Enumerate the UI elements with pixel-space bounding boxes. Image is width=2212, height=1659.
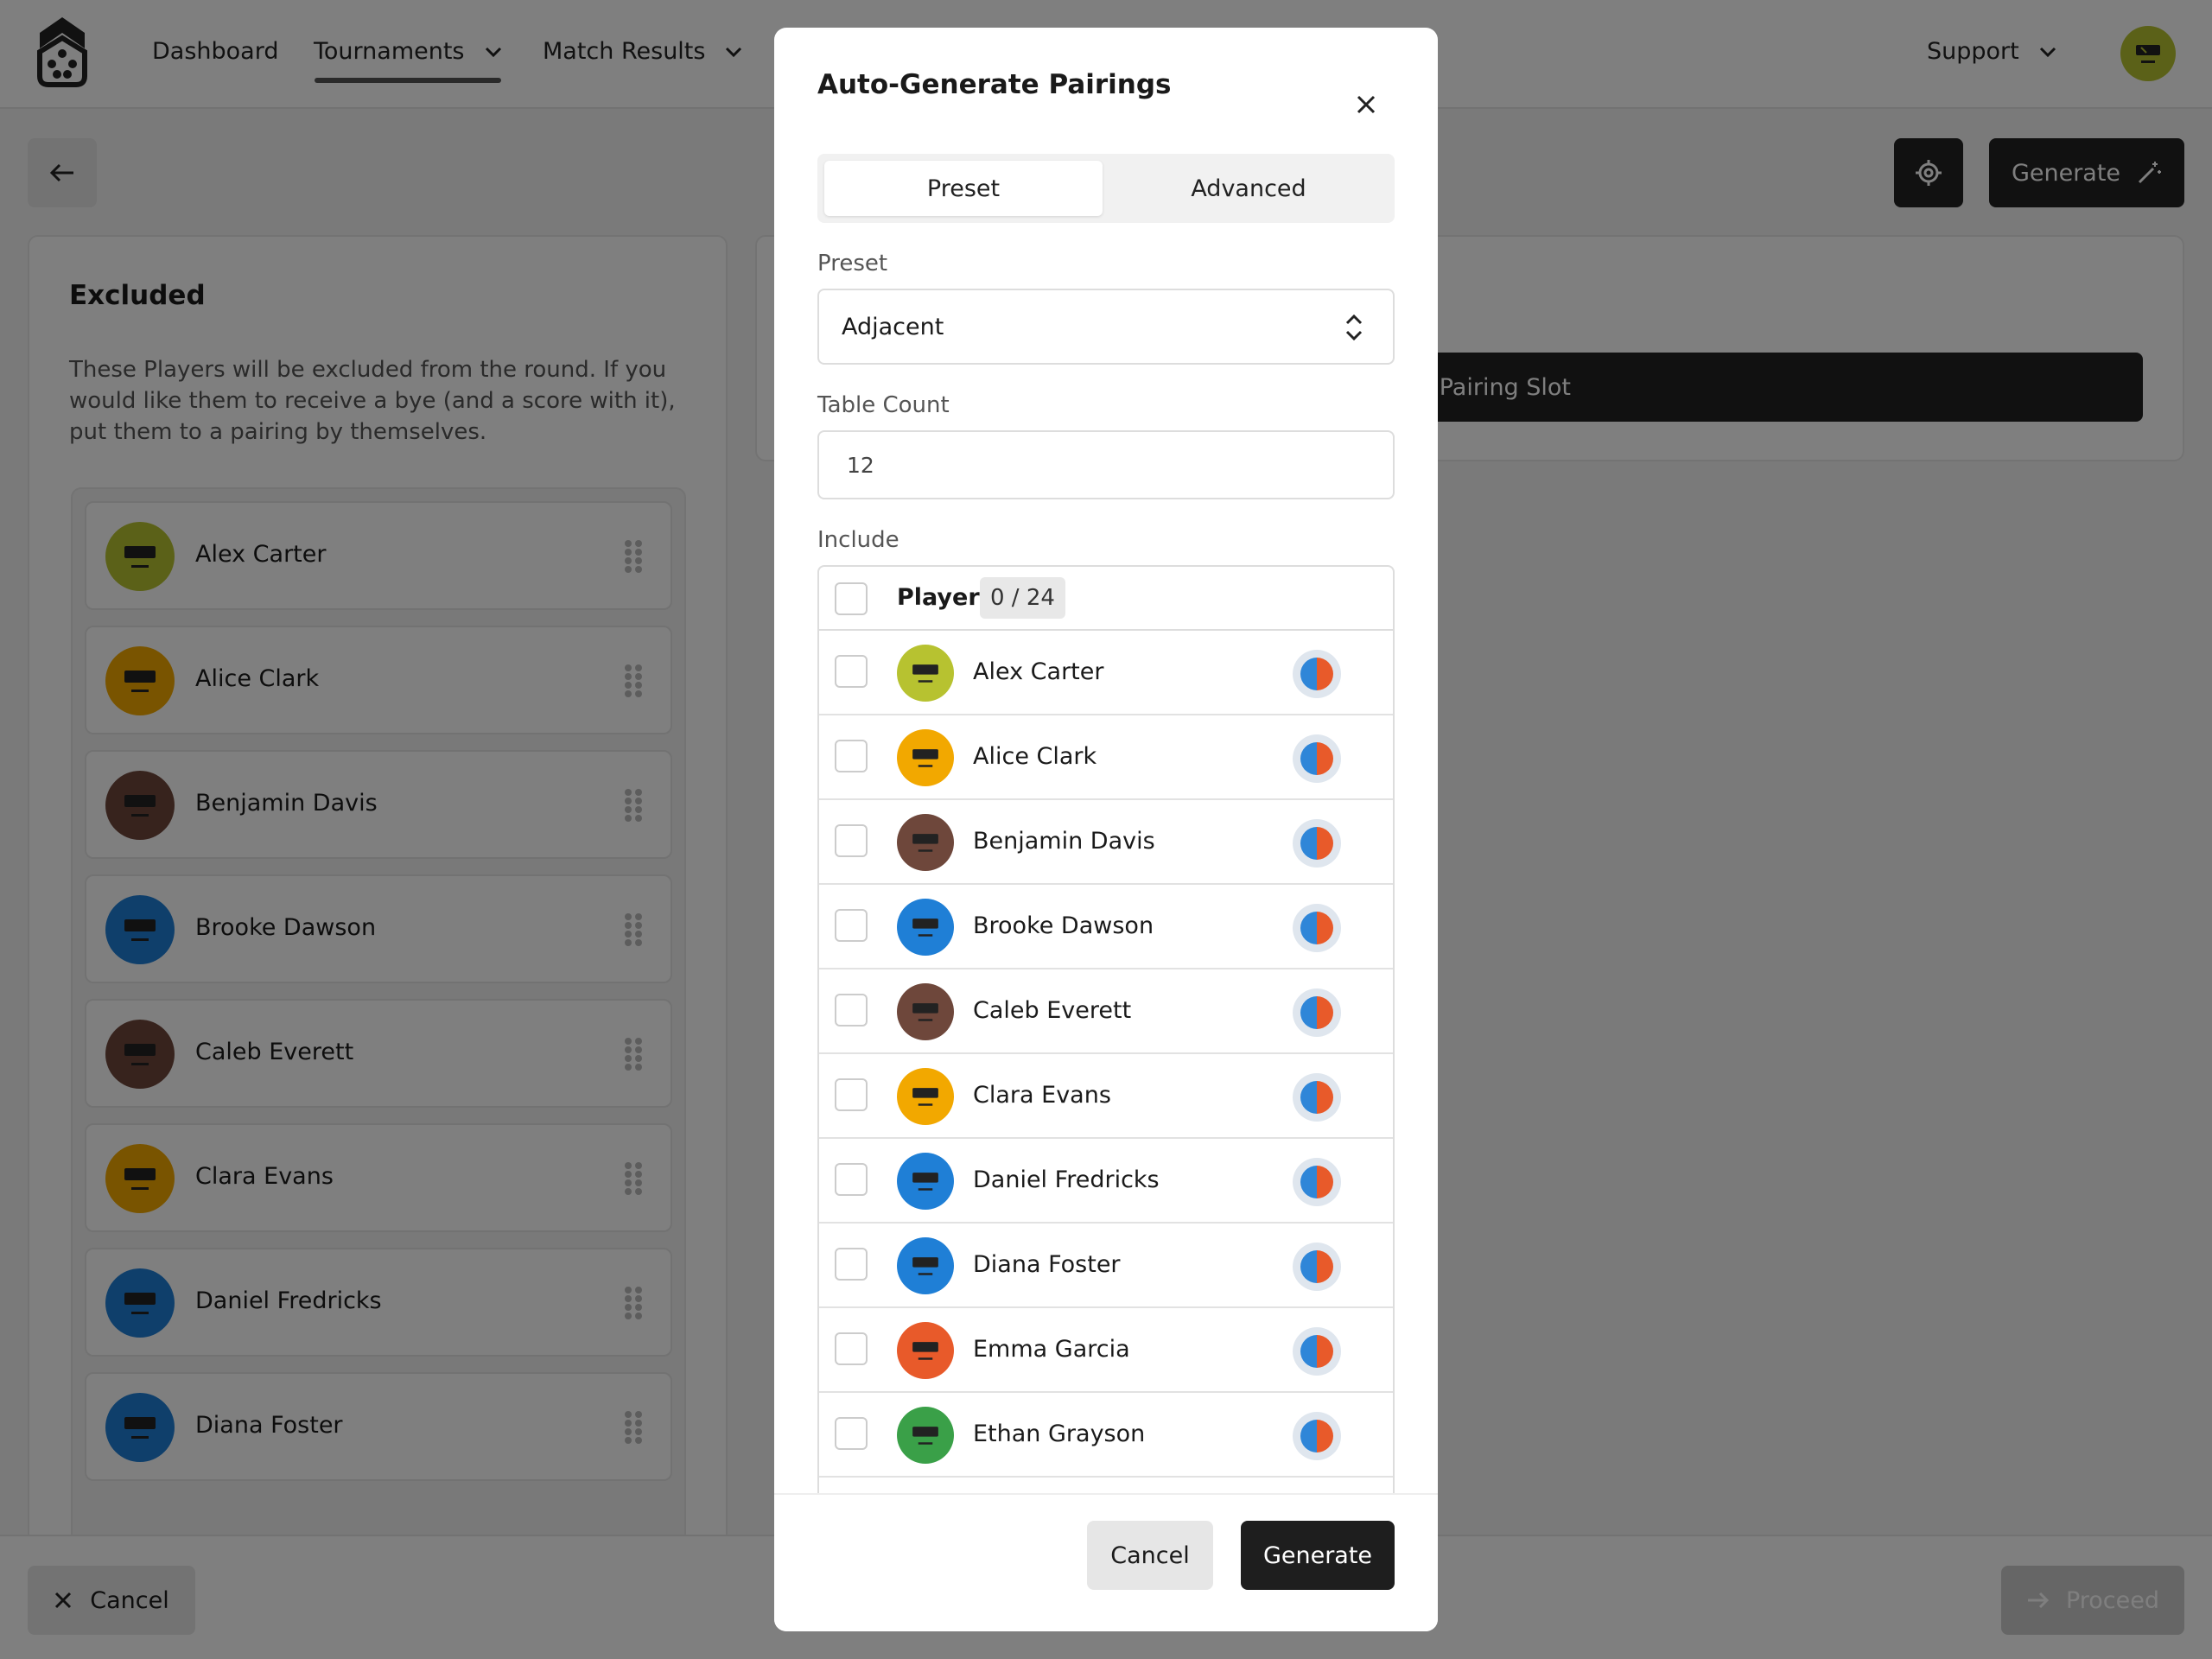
player-avatar bbox=[897, 1068, 954, 1125]
table-row: Alice Clark bbox=[819, 715, 1393, 800]
table-row: Ethan Grayson bbox=[819, 1393, 1393, 1478]
table-row: Diana Foster bbox=[819, 1224, 1393, 1308]
player-avatar bbox=[897, 1237, 954, 1294]
modal-title: Auto-Generate Pairings bbox=[817, 69, 1172, 100]
mode-tabs: Preset Advanced bbox=[817, 154, 1395, 223]
player-avatar bbox=[897, 1153, 954, 1210]
player-name: Daniel Fredricks bbox=[973, 1166, 1160, 1193]
avatar-face-icon bbox=[912, 664, 938, 683]
player-name: Benjamin Davis bbox=[973, 828, 1155, 855]
side-color-toggle[interactable] bbox=[1293, 904, 1341, 952]
avatar-face-icon bbox=[912, 1427, 938, 1445]
avatar-face-icon bbox=[912, 1003, 938, 1021]
avatar-face-icon bbox=[912, 1088, 938, 1106]
half-circle-icon bbox=[1300, 827, 1333, 860]
tab-advanced[interactable]: Advanced bbox=[1109, 161, 1388, 216]
table-row: Brooke Dawson bbox=[819, 885, 1393, 969]
select-all-checkbox[interactable] bbox=[835, 582, 868, 615]
player-checkbox[interactable] bbox=[835, 1248, 868, 1281]
table-row: Clara Evans bbox=[819, 1054, 1393, 1139]
close-icon bbox=[1357, 95, 1376, 114]
avatar-face-icon bbox=[912, 1342, 938, 1360]
player-avatar bbox=[897, 1322, 954, 1379]
player-avatar bbox=[897, 814, 954, 871]
side-color-toggle[interactable] bbox=[1293, 1073, 1341, 1122]
avatar-face-icon bbox=[912, 1257, 938, 1275]
table-row: Alex Carter bbox=[819, 631, 1393, 715]
player-checkbox[interactable] bbox=[835, 655, 868, 688]
half-circle-icon bbox=[1300, 912, 1333, 944]
side-color-toggle[interactable] bbox=[1293, 1327, 1341, 1376]
player-checkbox[interactable] bbox=[835, 1417, 868, 1450]
player-avatar bbox=[897, 983, 954, 1040]
avatar-face-icon bbox=[912, 1173, 938, 1191]
player-checkbox[interactable] bbox=[835, 1332, 868, 1365]
avatar-face-icon bbox=[912, 918, 938, 937]
include-label: Include bbox=[817, 527, 899, 553]
half-circle-icon bbox=[1300, 996, 1333, 1029]
player-column-header: Player bbox=[897, 584, 980, 611]
chevron-up-down-icon bbox=[1345, 314, 1363, 341]
player-name: Caleb Everett bbox=[973, 997, 1132, 1024]
player-avatar bbox=[897, 899, 954, 956]
table-count-input[interactable] bbox=[817, 430, 1395, 499]
player-avatar bbox=[897, 729, 954, 786]
table-row: Emma Garcia bbox=[819, 1308, 1393, 1393]
player-name: Brooke Dawson bbox=[973, 912, 1154, 939]
dialog-cancel-button[interactable]: Cancel bbox=[1087, 1521, 1213, 1590]
player-name: Diana Foster bbox=[973, 1251, 1121, 1278]
player-checkbox[interactable] bbox=[835, 1163, 868, 1196]
table-count-label: Table Count bbox=[817, 392, 950, 418]
preset-select[interactable]: Adjacent bbox=[817, 289, 1395, 365]
half-circle-icon bbox=[1300, 1250, 1333, 1283]
table-row: Benjamin Davis bbox=[819, 800, 1393, 885]
half-circle-icon bbox=[1300, 1420, 1333, 1452]
player-name: Ethan Grayson bbox=[973, 1421, 1146, 1447]
player-name: Alex Carter bbox=[973, 658, 1104, 685]
player-checkbox[interactable] bbox=[835, 909, 868, 942]
player-name: Emma Garcia bbox=[973, 1336, 1130, 1363]
tab-preset[interactable]: Preset bbox=[824, 161, 1103, 216]
player-checkbox[interactable] bbox=[835, 994, 868, 1027]
avatar-face-icon bbox=[912, 749, 938, 767]
player-checkbox[interactable] bbox=[835, 824, 868, 857]
player-name: Alice Clark bbox=[973, 743, 1097, 770]
player-avatar bbox=[897, 1407, 954, 1464]
half-circle-icon bbox=[1300, 1335, 1333, 1368]
dialog-footer: Cancel Generate bbox=[774, 1493, 1438, 1631]
player-checkbox[interactable] bbox=[835, 1078, 868, 1111]
dialog-generate-button[interactable]: Generate bbox=[1241, 1521, 1395, 1590]
side-color-toggle[interactable] bbox=[1293, 1243, 1341, 1291]
preset-label: Preset bbox=[817, 251, 888, 276]
close-dialog-button[interactable] bbox=[1344, 83, 1388, 126]
include-player-table: Player 0 / 24 Alex Carter Alice Clark Benj… bbox=[817, 565, 1395, 1541]
side-color-toggle[interactable] bbox=[1293, 1412, 1341, 1460]
selected-count-badge: 0 / 24 bbox=[980, 577, 1065, 619]
half-circle-icon bbox=[1300, 658, 1333, 690]
avatar-face-icon bbox=[912, 834, 938, 852]
side-color-toggle[interactable] bbox=[1293, 1158, 1341, 1206]
side-color-toggle[interactable] bbox=[1293, 734, 1341, 783]
player-avatar bbox=[897, 645, 954, 702]
auto-generate-pairings-dialog: Auto-Generate Pairings Preset Advanced P… bbox=[774, 28, 1438, 1631]
player-checkbox[interactable] bbox=[835, 740, 868, 772]
table-row: Caleb Everett bbox=[819, 969, 1393, 1054]
half-circle-icon bbox=[1300, 742, 1333, 775]
side-color-toggle[interactable] bbox=[1293, 819, 1341, 868]
preset-value: Adjacent bbox=[842, 313, 944, 340]
side-color-toggle[interactable] bbox=[1293, 650, 1341, 698]
side-color-toggle[interactable] bbox=[1293, 988, 1341, 1037]
half-circle-icon bbox=[1300, 1166, 1333, 1198]
player-name: Clara Evans bbox=[973, 1082, 1111, 1109]
table-row: Daniel Fredricks bbox=[819, 1139, 1393, 1224]
table-header: Player 0 / 24 bbox=[819, 567, 1393, 631]
half-circle-icon bbox=[1300, 1081, 1333, 1114]
